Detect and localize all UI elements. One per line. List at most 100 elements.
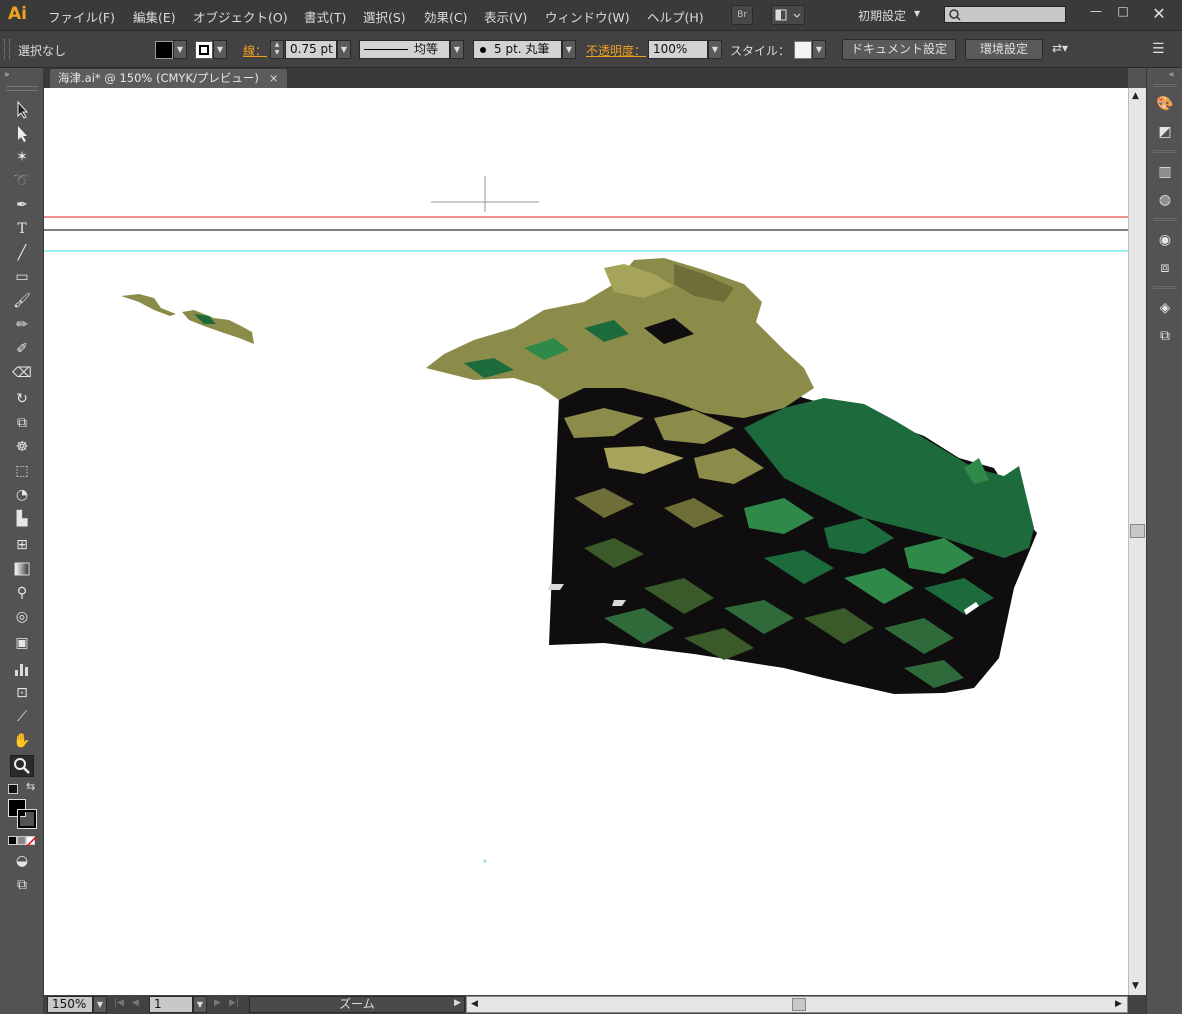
align-options-icon[interactable]: ⇄▾	[1052, 41, 1076, 59]
menu-effect[interactable]: 効果(C)	[424, 7, 467, 26]
close-window-button[interactable]: ✕	[1150, 4, 1168, 23]
variable-width-profile[interactable]: 均等	[359, 40, 450, 59]
stroke-weight-stepper[interactable]: ▲ ▼	[270, 40, 284, 59]
stroke-weight-dropdown[interactable]: ▼	[337, 40, 351, 59]
swap-colors-icon[interactable]: ⇆	[26, 780, 35, 793]
line-tool[interactable]: ╱	[10, 242, 34, 264]
color-mode-icon[interactable]	[8, 836, 17, 845]
first-artboard-icon[interactable]: |◀	[114, 998, 124, 1008]
draw-mode-tool[interactable]: ◒	[10, 850, 34, 872]
blend-tool[interactable]: ◎	[10, 606, 34, 628]
shape-builder-tool[interactable]: ◔	[10, 484, 34, 506]
direct-selection-tool[interactable]	[10, 122, 34, 144]
lasso-tool[interactable]: ➰	[10, 170, 34, 192]
scroll-left-icon[interactable]: ◀	[471, 999, 478, 1009]
stroke-label[interactable]: 線：	[243, 42, 267, 59]
fill-swatch[interactable]	[155, 41, 173, 59]
artboard-tool[interactable]: ⊡	[10, 682, 34, 704]
close-tab-icon[interactable]: ×	[269, 71, 279, 85]
document-setup-button[interactable]: ドキュメント設定	[842, 39, 956, 60]
stroke-weight-input[interactable]: 0.75 pt	[285, 40, 337, 59]
rectangle-tool[interactable]: ▭	[10, 266, 34, 288]
vertical-scrollbar[interactable]: ▲ ▼	[1128, 88, 1146, 995]
gradient-mode-icon[interactable]	[17, 836, 26, 845]
appearance-panel-button[interactable]: ◉	[1155, 230, 1175, 250]
graphic-style-swatch[interactable]	[794, 41, 812, 59]
minimize-button[interactable]: —	[1087, 4, 1105, 20]
gradient-panel-button[interactable]: ▥	[1155, 162, 1175, 182]
gradient-tool[interactable]	[10, 558, 34, 580]
artboard-number-input[interactable]: 1	[149, 996, 193, 1013]
scroll-down-icon[interactable]: ▼	[1132, 981, 1139, 991]
document-tab[interactable]: 海津.ai* @ 150% (CMYK/プレビュー) ×	[50, 69, 287, 88]
previous-artboard-icon[interactable]: ◀	[132, 998, 139, 1008]
brush-definition[interactable]: 5 pt. 丸筆	[473, 40, 562, 59]
horizontal-scroll-thumb[interactable]	[792, 998, 806, 1011]
paintbrush-tool[interactable]: 🖌	[10, 290, 34, 312]
perspective-grid-tool[interactable]: ▙	[10, 508, 34, 530]
transparency-panel-button[interactable]: ◍	[1155, 190, 1175, 210]
panel-menu-icon[interactable]: ☰	[1152, 41, 1172, 59]
color-guide-button[interactable]: 🎨	[1155, 94, 1175, 114]
menu-help[interactable]: ヘルプ(H)	[647, 7, 704, 26]
stroke-dropdown[interactable]: ▼	[213, 40, 227, 59]
zoom-dropdown[interactable]: ▼	[93, 996, 107, 1013]
layers-panel-button[interactable]: ◈	[1155, 298, 1175, 318]
zoom-level-input[interactable]: 150%	[47, 996, 93, 1013]
eraser-tool[interactable]: ⌫	[10, 362, 34, 384]
color-panel-button[interactable]: ◩	[1155, 122, 1175, 142]
status-menu-icon[interactable]: ▶	[454, 998, 461, 1008]
preferences-button[interactable]: 環境設定	[965, 39, 1043, 60]
stroke-swatch[interactable]	[195, 41, 213, 59]
blob-brush-tool[interactable]: ✐	[10, 338, 34, 360]
eyedropper-tool[interactable]: ⚲	[10, 582, 34, 604]
scroll-up-icon[interactable]: ▲	[1132, 91, 1139, 101]
opacity-dropdown[interactable]: ▼	[708, 40, 722, 59]
warp-tool[interactable]: ☸	[10, 436, 34, 458]
opacity-input[interactable]: 100%	[648, 40, 708, 59]
scroll-right-icon[interactable]: ▶	[1115, 999, 1122, 1009]
brush-dropdown[interactable]: ▼	[562, 40, 576, 59]
menu-object[interactable]: オブジェクト(O)	[193, 7, 288, 26]
pencil-tool[interactable]: ✏	[10, 314, 34, 336]
grip-icon[interactable]	[4, 39, 10, 59]
symbol-sprayer-tool[interactable]: ▣	[10, 632, 34, 654]
pen-tool[interactable]: ✒	[10, 194, 34, 216]
menu-window[interactable]: ウィンドウ(W)	[545, 7, 630, 26]
workspace-switcher[interactable]: 初期設定	[858, 7, 906, 24]
mesh-tool[interactable]: ⊞	[10, 534, 34, 556]
artboard-dropdown[interactable]: ▼	[193, 996, 207, 1013]
horizontal-scrollbar[interactable]: ◀ ▶	[466, 996, 1128, 1013]
fill-dropdown[interactable]: ▼	[173, 40, 187, 59]
dock-grip[interactable]	[1153, 84, 1177, 87]
status-tool-label[interactable]: ズーム	[249, 996, 465, 1013]
collapse-panel-icon[interactable]: »	[4, 70, 10, 80]
rotate-tool[interactable]: ↻	[10, 388, 34, 410]
screen-mode-tool[interactable]: ⧉	[10, 874, 34, 896]
graphic-styles-panel-button[interactable]: ⧈	[1155, 258, 1175, 278]
maximize-button[interactable]: □	[1114, 4, 1132, 20]
bridge-button[interactable]: Br	[731, 5, 753, 25]
zoom-tool[interactable]	[10, 755, 34, 777]
arrange-documents-button[interactable]	[771, 5, 805, 25]
selection-tool[interactable]	[10, 98, 34, 120]
magic-wand-tool[interactable]: ✶	[10, 146, 34, 168]
profile-dropdown[interactable]: ▼	[450, 40, 464, 59]
expand-panels-icon[interactable]: «	[1169, 70, 1175, 80]
opacity-label[interactable]: 不透明度：	[586, 42, 646, 59]
stroke-color-box[interactable]	[17, 809, 37, 829]
style-dropdown[interactable]: ▼	[812, 40, 826, 59]
artboard-canvas[interactable]: x	[44, 88, 1128, 995]
slice-tool[interactable]: ⟋	[10, 706, 34, 728]
vertical-scroll-thumb[interactable]	[1130, 524, 1145, 538]
menu-edit[interactable]: 編集(E)	[133, 7, 176, 26]
menu-type[interactable]: 書式(T)	[304, 7, 346, 26]
none-mode-icon[interactable]	[26, 836, 36, 846]
type-tool[interactable]: T	[10, 218, 34, 240]
scale-tool[interactable]: ⧉	[10, 412, 34, 434]
default-colors-icon[interactable]	[8, 784, 18, 794]
free-transform-tool[interactable]: ⬚	[10, 460, 34, 482]
panel-grip[interactable]	[6, 86, 38, 91]
menu-select[interactable]: 選択(S)	[363, 7, 406, 26]
help-search-input[interactable]	[944, 6, 1066, 23]
